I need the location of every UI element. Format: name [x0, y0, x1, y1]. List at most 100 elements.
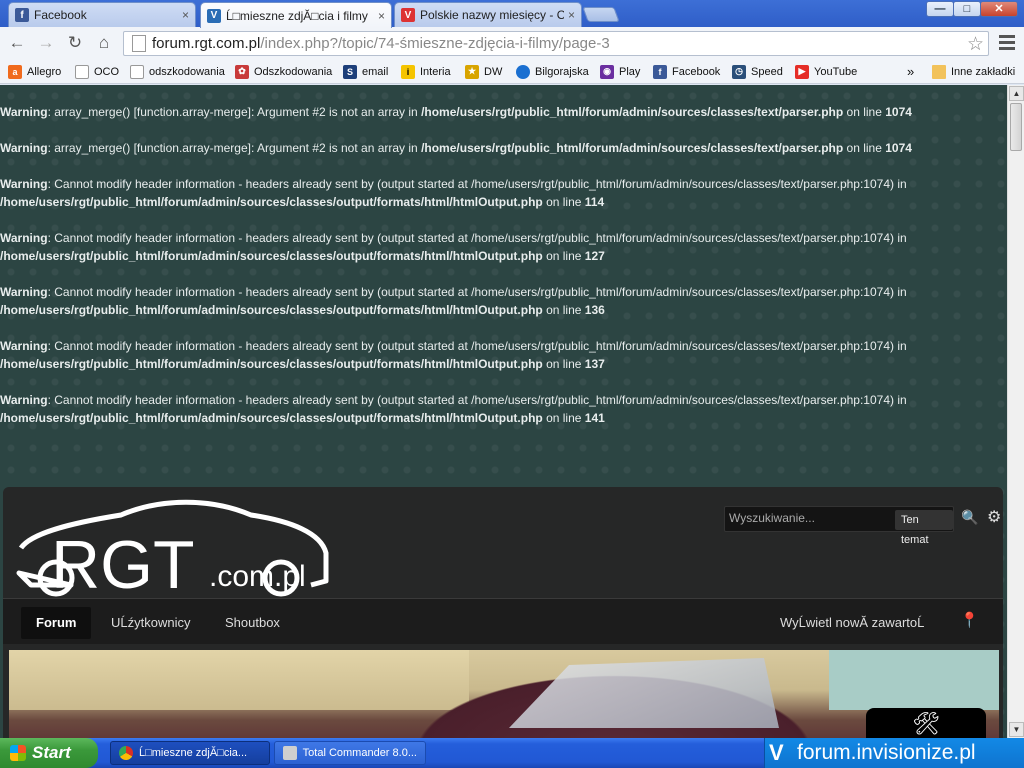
bookmark-bilgorajska[interactable]: Bilgorajska — [516, 63, 589, 80]
maximize-button[interactable]: □ — [953, 1, 981, 17]
start-label: Start — [32, 743, 71, 762]
address-bar[interactable]: forum.rgt.com.pl/index.php?/topic/74-śmi… — [123, 31, 989, 56]
warning-path: /home/users/rgt/public_html/forum/admin/… — [0, 303, 543, 317]
bookmark-label: Facebook — [672, 65, 721, 78]
close-tab-icon[interactable]: × — [568, 8, 575, 22]
browser-window: f Facebook × V Ĺ□mieszne zdjĂ□cia i film… — [0, 0, 1024, 768]
warning-on-line: on line — [542, 303, 585, 317]
forum-navbar: Forum UĹźytkownicy Shoutbox WyĹwietl now… — [3, 598, 1003, 644]
logo-suffix: .com.pl — [209, 560, 306, 593]
location-pin-icon[interactable]: 📍 — [960, 611, 979, 629]
tray-watermark-text: forum.invisionize.pl — [797, 741, 976, 764]
page-icon — [75, 64, 89, 79]
vertical-scrollbar[interactable]: ▲ ▼ — [1007, 85, 1024, 738]
nav-shoutbox[interactable]: Shoutbox — [210, 607, 295, 639]
nav-users[interactable]: UĹźytkownicy — [96, 607, 205, 639]
start-button[interactable]: Start — [0, 738, 98, 768]
bookmark-oco[interactable]: OCO — [75, 63, 119, 80]
bookmark-play[interactable]: ◉ Play — [600, 63, 640, 80]
warning-message: Warning: Cannot modify header informatio… — [0, 283, 1000, 319]
warning-message: Warning: Cannot modify header informatio… — [0, 175, 1000, 211]
search-input[interactable]: Wyszukiwanie... — [729, 511, 815, 525]
warning-line-number: 137 — [584, 357, 605, 371]
tab-title: Polskie nazwy miesięcy - Ogó — [420, 8, 564, 22]
forward-button[interactable]: → — [35, 32, 57, 54]
warning-line-number: 114 — [584, 195, 605, 209]
bookmarks-overflow-button[interactable]: » — [907, 63, 914, 80]
scroll-down-arrow[interactable]: ▼ — [1009, 722, 1024, 737]
warning-text: : Cannot modify header information - hea… — [47, 231, 907, 245]
close-tab-icon[interactable]: × — [182, 8, 189, 22]
search-box[interactable]: Wyszukiwanie... Ten temat — [724, 506, 954, 546]
taskbar-chrome[interactable]: Ĺ□mieszne zdjĂ□cia... — [110, 741, 270, 765]
tab-rgt-forum[interactable]: V Ĺ□mieszne zdjĂ□cia i filmy × — [200, 2, 392, 28]
warning-text: : Cannot modify header information - hea… — [47, 393, 907, 407]
warning-label: Warning — [0, 105, 48, 119]
new-tab-button[interactable] — [582, 7, 620, 22]
scroll-up-arrow[interactable]: ▲ — [1009, 86, 1024, 101]
warning-label: Warning — [0, 285, 48, 299]
bookmark-youtube[interactable]: ▶ YouTube — [795, 63, 857, 80]
invision-icon: V — [207, 8, 221, 23]
other-bookmarks-folder[interactable]: Inne zakładki — [932, 63, 1015, 80]
php-warnings: Warning : array_merge() [function.array-m… — [0, 103, 1000, 445]
task-label: Ĺ□mieszne zdjĂ□cia... — [139, 747, 248, 759]
bookmark-odszkodowania[interactable]: odszkodowania — [130, 63, 225, 80]
allegro-icon: a — [8, 64, 22, 79]
bookmark-label: Play — [619, 65, 641, 78]
minimize-button[interactable]: — — [926, 1, 954, 17]
flower-icon: ✿ — [235, 64, 249, 79]
warning-on-line: on line — [542, 249, 585, 263]
search-scope-button[interactable]: Ten temat — [895, 510, 953, 546]
bookmark-star-icon[interactable]: ☆ — [967, 33, 984, 56]
bookmark-label: Bilgorajska — [535, 65, 589, 78]
warning-path: /home/users/rgt/public_html/forum/admin/… — [0, 195, 543, 209]
logo-text: RGT — [51, 527, 195, 598]
bookmark-email[interactable]: Semail — [343, 63, 388, 80]
facebook-icon: f — [653, 64, 667, 79]
reload-button[interactable]: ↻ — [64, 32, 86, 54]
warning-label: Warning — [0, 339, 48, 353]
warning-text: : array_merge() [function.array-merge]: … — [47, 141, 422, 155]
windows-logo-icon — [10, 745, 26, 761]
taskbar-total-commander[interactable]: Total Commander 8.0... — [274, 741, 426, 765]
home-button[interactable]: ⌂ — [93, 32, 115, 54]
warning-message: Warning: Cannot modify header informatio… — [0, 229, 1000, 265]
bookmark-dw[interactable]: ★ DW — [465, 63, 502, 80]
facebook-icon: f — [15, 8, 29, 22]
search-icon[interactable]: 🔍 — [961, 509, 979, 529]
page-content: Warning : array_merge() [function.array-m… — [0, 85, 1007, 738]
bookmark-odszkodowania-2[interactable]: ✿ Odszkodowania — [235, 63, 332, 80]
bookmark-interia[interactable]: i Interia — [401, 63, 451, 80]
bookmark-speed[interactable]: ◷ Speed — [732, 63, 783, 80]
scroll-thumb[interactable] — [1010, 103, 1022, 151]
warning-on-line: on line — [843, 105, 886, 119]
warning-path: /home/users/rgt/public_html/forum/admin/… — [421, 141, 844, 155]
warning-path: /home/users/rgt/public_html/forum/admin/… — [0, 357, 543, 371]
warning-label: Warning — [0, 393, 48, 407]
tab-polskie-nazwy[interactable]: V Polskie nazwy miesięcy - Ogó × — [394, 2, 582, 27]
chrome-menu-button[interactable] — [999, 35, 1015, 53]
tools-icon[interactable]: 🛠 — [866, 708, 986, 738]
tab-strip: f Facebook × V Ĺ□mieszne zdjĂ□cia i film… — [0, 0, 1024, 28]
warning-path: /home/users/rgt/public_html/forum/admin/… — [0, 249, 543, 263]
total-commander-icon — [283, 746, 297, 760]
back-button[interactable]: ← — [6, 32, 28, 54]
bookmark-facebook[interactable]: f Facebook — [653, 63, 720, 80]
warning-line-number: 1074 — [885, 141, 912, 155]
gear-icon[interactable]: ⚙ — [987, 507, 1001, 527]
view-new-content-link[interactable]: WyĹwietl nowĂ zawartoĹ — [765, 607, 939, 639]
close-window-button[interactable]: ✕ — [980, 1, 1018, 17]
warning-on-line: on line — [542, 357, 585, 371]
warning-on-line: on line — [542, 411, 585, 425]
tab-facebook[interactable]: f Facebook × — [8, 2, 196, 27]
nav-forum[interactable]: Forum — [21, 607, 92, 639]
bookmark-label: DW — [484, 65, 503, 78]
site-logo[interactable]: RGT .com.pl — [11, 493, 331, 603]
interia-icon: i — [401, 64, 415, 79]
warning-text: : Cannot modify header information - hea… — [47, 285, 907, 299]
bookmark-allegro[interactable]: a Allegro — [8, 63, 61, 80]
warning-label: Warning — [0, 231, 48, 245]
close-tab-icon[interactable]: × — [378, 9, 385, 23]
warning-line-number: 136 — [584, 303, 605, 317]
